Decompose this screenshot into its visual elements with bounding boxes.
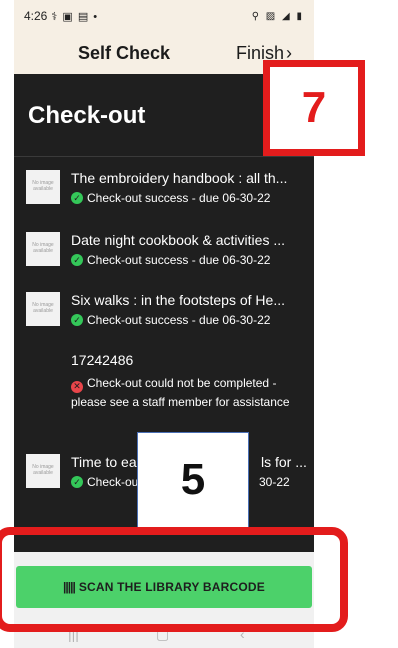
page-title: Self Check [78, 43, 171, 63]
divider [14, 156, 314, 157]
error-message: ✕ Check-out could not be completed - plea… [71, 374, 307, 412]
status-text: Check-out success - due 06-30-22 [87, 191, 271, 205]
book-cover-placeholder: No image available [26, 454, 60, 488]
item-title-end: ls for ... [261, 454, 307, 470]
item-title: Date night cookbook & activities ... [71, 232, 285, 248]
notification-icons: ⚕ ▣ ▤ • [51, 10, 99, 23]
check-circle-icon: ✓ [71, 314, 83, 326]
book-cover-placeholder: No image available [26, 292, 60, 326]
item-title: The embroidery handbook : all th... [71, 170, 288, 186]
item-status: ✓ Check-out success - due 06-30-22 [71, 313, 314, 327]
item-status: ✓ Check-out success - due 06-30-22 [71, 191, 314, 205]
item-status: ✓ Check-out success - due 06-30-22 [71, 253, 314, 267]
section-heading: Check-out [28, 102, 146, 129]
book-cover-placeholder: No image available [26, 232, 60, 266]
check-circle-icon: ✓ [71, 476, 83, 488]
status-bar: 4:26 ⚕ ▣ ▤ • ⚲ ▨ ◢ ▮ [14, 0, 314, 32]
check-circle-icon: ✓ [71, 254, 83, 266]
item-barcode: 17242486 [71, 352, 134, 368]
annotation-number: 5 [180, 455, 206, 504]
error-text: Check-out could not be completed - pleas… [71, 376, 290, 409]
annotation-highlight-ring [0, 527, 348, 632]
book-cover-placeholder: No image available [26, 170, 60, 204]
status-text: Check-out success - due 06-30-22 [87, 313, 271, 327]
failed-checkout-item[interactable]: 17242486 ✕ Check-out could not be complet… [71, 352, 307, 412]
annotation-number: 7 [301, 83, 327, 132]
error-circle-icon: ✕ [71, 380, 83, 393]
item-title: Six walks : in the footsteps of He... [71, 292, 285, 308]
item-title-start: Time to ea [71, 454, 137, 470]
status-text-end: 30-22 [259, 475, 290, 489]
annotation-box-7: 7 [263, 60, 365, 156]
system-status-icons: ⚲ ▨ ◢ ▮ [251, 10, 304, 22]
check-circle-icon: ✓ [71, 192, 83, 204]
status-text: Check-out success - due 06-30-22 [87, 253, 271, 267]
annotation-box-5: 5 [137, 432, 249, 528]
status-time: 4:26 [24, 9, 48, 23]
status-text-start: Check-ou [87, 475, 139, 489]
